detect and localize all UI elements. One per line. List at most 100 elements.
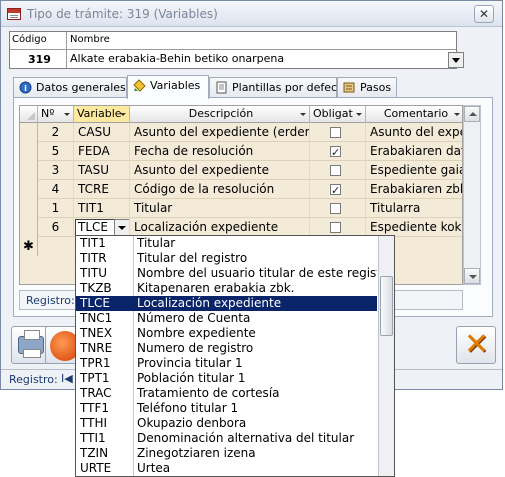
divider bbox=[133, 296, 134, 311]
dropdown-item[interactable]: TNRE Numero de registro bbox=[76, 341, 377, 356]
dropdown-scrollbar[interactable] bbox=[378, 236, 394, 476]
scroll-up-button[interactable] bbox=[464, 106, 480, 122]
tab-pasos[interactable]: Pasos bbox=[337, 77, 397, 98]
col-header-label: Obligat bbox=[313, 107, 353, 120]
divider bbox=[133, 356, 134, 371]
obligatorio-checkbox[interactable] bbox=[330, 144, 341, 161]
obligatorio-checkbox[interactable] bbox=[330, 127, 341, 138]
back-button[interactable] bbox=[45, 326, 80, 364]
dropdown-item[interactable]: TTF1 Teléfono titular 1 bbox=[76, 401, 377, 416]
tramite-header: Código Nombre 319 Alkate erabakia-Behin … bbox=[9, 31, 464, 69]
dropdown-item[interactable]: TTHI Okupazio denbora bbox=[76, 416, 377, 431]
variable-combo-input[interactable]: TLCE bbox=[75, 219, 119, 236]
cell-comentario[interactable]: Erabakiaren data bbox=[366, 142, 462, 161]
col-header-variable[interactable]: Variable bbox=[74, 106, 130, 123]
cell-variable[interactable]: CASU bbox=[74, 123, 130, 142]
dropdown-item-code: TNRE bbox=[80, 341, 113, 355]
obligatorio-checkbox[interactable] bbox=[330, 165, 341, 176]
col-header-comentario[interactable]: Comentario bbox=[366, 106, 462, 123]
dropdown-item[interactable]: TPT1 Población titular 1 bbox=[76, 371, 377, 386]
cell-num[interactable]: 2 bbox=[38, 123, 74, 142]
obligatorio-checkbox[interactable] bbox=[330, 182, 341, 199]
exit-button[interactable]: ✕ bbox=[456, 326, 496, 364]
row-selector[interactable] bbox=[20, 123, 38, 142]
col-header-obligatorio[interactable]: Obligat bbox=[310, 106, 366, 123]
dropdown-item[interactable]: TNEX Nombre expediente bbox=[76, 326, 377, 341]
cell-obligatorio bbox=[310, 123, 366, 142]
dropdown-item-code: TRAC bbox=[80, 386, 112, 400]
dropdown-item[interactable]: TKZB Kitapenaren erabakia zbk. bbox=[76, 281, 377, 296]
variable-dropdown-list[interactable]: TIT1 Titular TITR Titular del registro TITU N… bbox=[75, 235, 395, 477]
document-icon bbox=[216, 81, 227, 94]
divider bbox=[133, 266, 134, 281]
cell-num[interactable]: 6 bbox=[38, 218, 74, 237]
cell-num[interactable]: 4 bbox=[38, 180, 74, 199]
grid-vertical-scrollbar[interactable] bbox=[463, 105, 481, 285]
cell-comentario[interactable]: Erabakiaren zbk. bbox=[366, 180, 462, 199]
dropdown-scroll-thumb[interactable] bbox=[380, 276, 393, 336]
table-row[interactable]: 3 TASU Asunto del expediente Espediente … bbox=[20, 161, 462, 180]
tab-variables[interactable]: Variables bbox=[127, 75, 209, 99]
nombre-label: Nombre bbox=[70, 34, 110, 45]
dropdown-item[interactable]: URTE Urtea bbox=[76, 461, 377, 476]
cell-num[interactable]: 1 bbox=[38, 199, 74, 218]
cell-variable[interactable]: TIT1 bbox=[74, 199, 130, 218]
scroll-down-button[interactable] bbox=[464, 268, 480, 284]
cell-comentario[interactable]: Asunto del expedi bbox=[366, 123, 462, 142]
table-row[interactable]: 2 CASU Asunto del expediente (erderaz As… bbox=[20, 123, 462, 142]
cell-comentario[interactable]: Espediente gaia bbox=[366, 161, 462, 180]
cell-variable[interactable]: TASU bbox=[74, 161, 130, 180]
dropdown-item[interactable]: TTI1 Denominación alternativa del titular bbox=[76, 431, 377, 446]
cell-descripcion[interactable]: Titular bbox=[130, 199, 310, 218]
tab-plantillas[interactable]: Plantillas por defecto bbox=[209, 77, 348, 98]
row-selector[interactable] bbox=[20, 180, 38, 199]
table-row[interactable]: 1 TIT1 Titular Titularra bbox=[20, 199, 462, 218]
dropdown-item[interactable]: TITR Titular del registro bbox=[76, 251, 377, 266]
nombre-dropdown-button[interactable] bbox=[448, 52, 464, 68]
obligatorio-checkbox[interactable] bbox=[330, 203, 341, 214]
sort-arrow-icon bbox=[64, 113, 70, 116]
cell-obligatorio bbox=[310, 180, 366, 199]
cell-descripcion[interactable]: Asunto del expediente bbox=[130, 161, 310, 180]
nombre-combo[interactable]: Alkate erabakia-Behin betiko onarpena bbox=[70, 52, 454, 67]
table-row[interactable]: 5 FEDA Fecha de resolución Erabakiaren d… bbox=[20, 142, 462, 161]
dropdown-item[interactable]: TRAC Tratamiento de cortesía bbox=[76, 386, 377, 401]
cell-obligatorio bbox=[310, 199, 366, 218]
dropdown-item[interactable]: TIT1 Titular bbox=[76, 236, 377, 251]
row-selector[interactable] bbox=[20, 161, 38, 180]
dropdown-item-code: TLCE bbox=[80, 296, 110, 310]
row-selector[interactable] bbox=[20, 218, 38, 237]
variable-combo-dropdown-button[interactable] bbox=[114, 219, 129, 236]
dropdown-item-code: TNC1 bbox=[80, 311, 113, 325]
cell-descripcion[interactable]: Código de la resolución bbox=[130, 180, 310, 199]
tab-datos-generales[interactable]: i Datos generales bbox=[13, 77, 127, 98]
cell-num[interactable]: 3 bbox=[38, 161, 74, 180]
cell-variable[interactable]: FEDA bbox=[74, 142, 130, 161]
obligatorio-checkbox[interactable] bbox=[330, 222, 341, 233]
table-row[interactable]: 4 TCRE Código de la resolución Erabakiar… bbox=[20, 180, 462, 199]
first-record-button[interactable]: I◀ bbox=[61, 372, 73, 385]
dropdown-item[interactable]: TLCE Localización expediente bbox=[76, 296, 377, 311]
col-header-num[interactable]: Nº bbox=[38, 106, 74, 123]
divider bbox=[133, 401, 134, 416]
tab-label: Datos generales bbox=[36, 81, 126, 94]
close-button[interactable]: ✕ bbox=[474, 5, 494, 23]
divider bbox=[133, 446, 134, 461]
dropdown-item-description: Nombre expediente bbox=[137, 326, 256, 340]
col-header-descripcion[interactable]: Descripción bbox=[130, 106, 310, 123]
cell-descripcion[interactable]: Asunto del expediente (erderaz bbox=[130, 123, 310, 142]
dropdown-item[interactable]: TZIN Zinegotziaren izena bbox=[76, 446, 377, 461]
cell-comentario[interactable]: Titularra bbox=[366, 199, 462, 218]
cell-num[interactable]: 5 bbox=[38, 142, 74, 161]
select-all-corner[interactable] bbox=[20, 106, 38, 123]
dropdown-item[interactable]: TPR1 Provincia titular 1 bbox=[76, 356, 377, 371]
row-selector[interactable] bbox=[20, 142, 38, 161]
dropdown-item-code: TITR bbox=[80, 251, 107, 265]
dropdown-item[interactable]: TNC1 Número de Cuenta bbox=[76, 311, 377, 326]
cell-descripcion[interactable]: Fecha de resolución bbox=[130, 142, 310, 161]
row-selector[interactable] bbox=[20, 199, 38, 218]
cell-variable[interactable]: TCRE bbox=[74, 180, 130, 199]
dropdown-item[interactable]: TITU Nombre del usuario titular de este r… bbox=[76, 266, 377, 281]
steps-icon bbox=[343, 82, 355, 93]
divider bbox=[133, 371, 134, 386]
